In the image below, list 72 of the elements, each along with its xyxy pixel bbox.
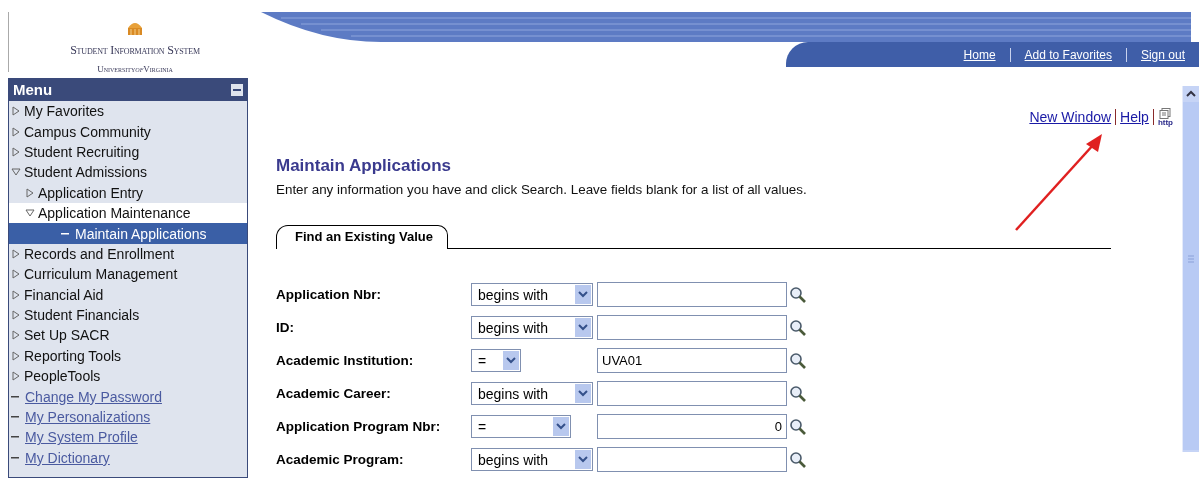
nav-link[interactable]: Add to Favorites [1009, 47, 1126, 62]
collapsed-triangle-icon[interactable] [26, 187, 34, 198]
page-title: Maintain Applications [276, 156, 453, 176]
menu-item[interactable]: Application Entry [38, 184, 144, 201]
search-icon[interactable] [789, 384, 807, 403]
menu-item[interactable]: Student Financials [24, 307, 140, 324]
menu-item[interactable]: Reporting Tools [24, 347, 122, 364]
search-icon[interactable] [789, 351, 807, 370]
search-icon[interactable] [789, 318, 807, 337]
field-label: Academic Career: [276, 386, 392, 401]
menu-item[interactable]: Campus Community [24, 123, 151, 140]
dash-icon [61, 232, 69, 235]
dash-icon [11, 395, 19, 398]
menu-item[interactable]: My Favorites [24, 103, 105, 120]
field-label: Academic Program: [276, 452, 405, 467]
search-icon[interactable] [789, 450, 807, 469]
input-field[interactable] [597, 315, 787, 340]
collapsed-triangle-icon[interactable] [12, 146, 20, 157]
tab[interactable]: Find an Existing Value [276, 225, 448, 249]
dash-icon [11, 416, 19, 419]
operator-dropdown[interactable]: = [471, 349, 521, 372]
page-link[interactable]: New Window [1029, 109, 1112, 125]
search-icon[interactable] [789, 417, 807, 436]
instructions: Enter any information you have and click Search. Leave fields blank for a list of all values. [276, 182, 808, 197]
input-field[interactable]: 0 [597, 414, 787, 439]
menu-link[interactable]: My System Profile [25, 429, 138, 446]
menu-link[interactable]: My Dictionary [25, 449, 110, 466]
operator-dropdown[interactable]: begins with [471, 316, 593, 339]
menu-item[interactable]: Financial Aid [24, 286, 104, 303]
dash-icon [11, 456, 19, 459]
collapsed-triangle-icon[interactable] [12, 330, 20, 341]
input-field[interactable] [597, 447, 787, 472]
expanded-triangle-icon[interactable] [25, 209, 35, 218]
menu-item[interactable]: Curriculum Management [24, 266, 178, 283]
expanded-triangle-icon[interactable] [11, 168, 21, 177]
menu-title: Menu [13, 81, 53, 98]
page-link[interactable]: Help [1120, 109, 1149, 125]
field-label: Application Nbr: [276, 287, 382, 302]
collapsed-triangle-icon[interactable] [12, 106, 20, 117]
nav-link[interactable]: Home [949, 47, 1010, 62]
menu-item[interactable]: Set Up SACR [24, 327, 110, 344]
menu-item[interactable]: Student Admissions [24, 164, 147, 181]
collapsed-triangle-icon[interactable] [12, 371, 20, 382]
field-label: ID: [276, 320, 295, 335]
logo-title: Student Information System [70, 43, 200, 58]
collapsed-triangle-icon[interactable] [12, 269, 20, 280]
operator-dropdown[interactable]: begins with [471, 283, 593, 306]
menu-item[interactable]: Student Recruiting [24, 143, 140, 160]
menu-link[interactable]: Change My Password [25, 388, 162, 405]
scrollbar[interactable] [1182, 86, 1199, 452]
logo-subtitle: UniversityofVirginia [97, 64, 173, 74]
nav-link[interactable]: Sign out [1125, 47, 1199, 62]
menu-item[interactable]: Records and Enrollment [24, 245, 175, 262]
collapse-icon[interactable] [231, 83, 243, 96]
menu-link[interactable]: My Personalizations [25, 409, 151, 426]
menu-item[interactable]: PeopleTools [24, 368, 101, 385]
input-field[interactable]: UVA01 [597, 348, 787, 373]
collapsed-triangle-icon[interactable] [12, 350, 20, 361]
field-label: Application Program Nbr: [276, 419, 442, 434]
dash-icon [11, 436, 19, 439]
rotunda-icon [126, 20, 144, 36]
input-field[interactable] [597, 381, 787, 406]
field-label: Academic Institution: [276, 353, 415, 368]
operator-dropdown[interactable]: begins with [471, 448, 593, 471]
collapsed-triangle-icon[interactable] [12, 248, 20, 259]
search-icon[interactable] [789, 285, 807, 304]
collapsed-triangle-icon[interactable] [12, 126, 20, 137]
operator-dropdown[interactable]: = [471, 415, 571, 438]
operator-dropdown[interactable]: begins with [471, 382, 593, 405]
input-field[interactable] [597, 282, 787, 307]
collapsed-triangle-icon[interactable] [12, 289, 20, 300]
collapsed-triangle-icon[interactable] [12, 310, 20, 321]
